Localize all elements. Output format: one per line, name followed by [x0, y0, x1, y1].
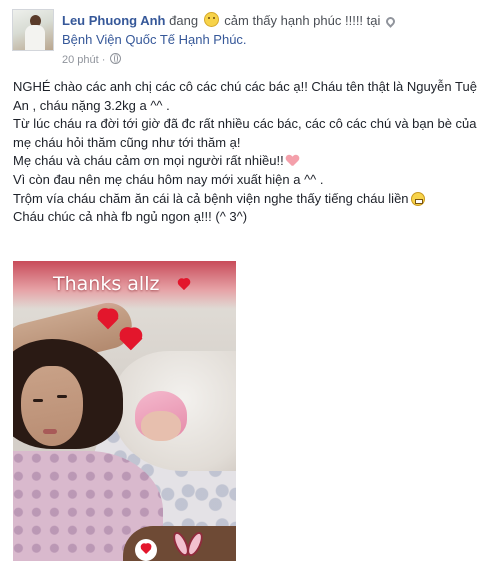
avatar-body: [25, 25, 45, 50]
message-line: NGHÉ chào các anh chị các cô các chú các…: [13, 79, 477, 113]
message-text: Mẹ cháu và cháu cảm ơn mọi người rất nhi…: [13, 153, 284, 169]
message-line: Mẹ cháu và cháu cảm ơn mọi người rất nhi…: [13, 152, 485, 171]
grin-emoji-icon: [410, 191, 425, 206]
post-header: Leu Phuong Anh đang cảm thấy hạnh phúc !…: [62, 12, 487, 29]
bunny-ears-icon: [169, 529, 209, 561]
photo-face: [21, 366, 83, 446]
photo-lips: [43, 429, 57, 434]
heart-sticker-icon: [116, 329, 146, 355]
author-name-link[interactable]: Leu Phuong Anh: [62, 13, 166, 28]
photo-eye: [57, 395, 67, 398]
post-message: NGHÉ chào các anh chị các cô các chú các…: [13, 78, 485, 227]
photo-eye: [33, 399, 43, 402]
message-line: Từ lúc cháu ra đời tới giờ đã đc rất nhi…: [13, 116, 477, 150]
post-photo[interactable]: Thanks allz: [13, 261, 236, 561]
post-meta: 20 phút ·: [62, 53, 122, 67]
heart-emoji-icon: [286, 154, 299, 167]
photo-caption: Thanks allz: [53, 273, 160, 295]
timestamp-link[interactable]: 20 phút ·: [62, 54, 105, 66]
feeling-text: cảm thấy hạnh phúc !!!!! tại: [224, 13, 381, 28]
feeling-prefix: đang: [169, 13, 199, 28]
heart-badge-icon: [135, 539, 157, 561]
map-pin-icon: [384, 15, 397, 28]
facebook-post: Leu Phuong Anh đang cảm thấy hạnh phúc !…: [0, 0, 493, 561]
place-link[interactable]: Bệnh Viện Quốc Tế Hạnh Phúc.: [62, 32, 247, 48]
message-line: Cháu chúc cả nhà fb ngủ ngon ạ!!! (^ 3^): [13, 209, 248, 225]
caption-heart-icon: [176, 279, 192, 293]
message-line: Trộm vía cháu chăm ăn cái là cả bệnh việ…: [13, 190, 485, 209]
message-text: Trộm vía cháu chăm ăn cái là cả bệnh việ…: [13, 190, 409, 206]
photo-baby-face: [141, 411, 181, 441]
smile-emoji-icon: [203, 12, 219, 27]
avatar[interactable]: [12, 9, 54, 51]
message-line: Vì còn đau nên mẹ cháu hôm nay mới xuất …: [13, 171, 324, 187]
globe-icon[interactable]: [110, 53, 122, 64]
